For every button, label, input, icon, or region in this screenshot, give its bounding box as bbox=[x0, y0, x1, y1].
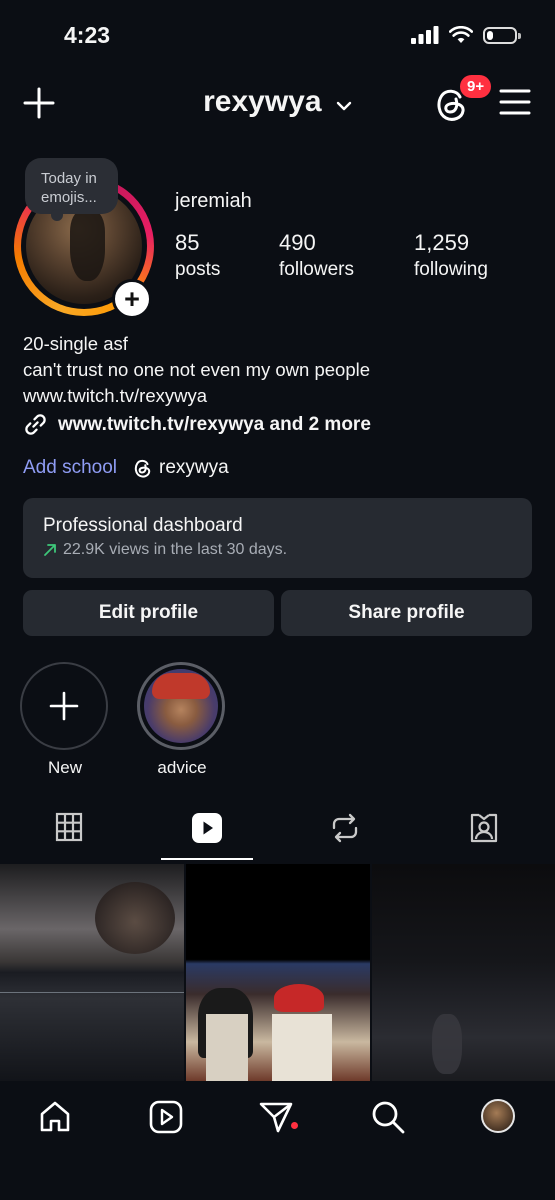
followers-label: followers bbox=[279, 259, 354, 280]
dashboard-subtitle-row: 22.9K views in the last 30 days. bbox=[43, 541, 512, 559]
search-icon bbox=[372, 1101, 405, 1134]
add-story-button[interactable]: + bbox=[112, 279, 152, 319]
reels-icon bbox=[192, 813, 222, 843]
share-profile-button[interactable]: Share profile bbox=[281, 590, 532, 636]
nav-home[interactable] bbox=[37, 1099, 73, 1135]
highlight-circle bbox=[137, 662, 225, 750]
notification-badge: 9+ bbox=[458, 73, 494, 100]
link-icon bbox=[25, 414, 46, 435]
header-username: rexywya bbox=[203, 85, 322, 119]
links-text: www.twitch.tv/rexywya and 2 more bbox=[58, 413, 371, 435]
repost-icon bbox=[332, 813, 358, 843]
profile-avatar-icon bbox=[481, 1099, 515, 1133]
reel-thumbnail[interactable] bbox=[372, 864, 555, 1081]
following-stat[interactable]: 1,259 following bbox=[414, 230, 488, 281]
tab-grid[interactable] bbox=[14, 812, 124, 862]
menu-button[interactable] bbox=[499, 88, 531, 116]
highlight-label: New bbox=[47, 758, 82, 777]
dashboard-subtitle: 22.9K views in the last 30 days. bbox=[63, 541, 288, 558]
plus-icon bbox=[49, 691, 79, 721]
bio-line: can't trust no one not even my own peopl… bbox=[23, 359, 371, 380]
tab-reposts[interactable] bbox=[290, 812, 400, 862]
tab-reels[interactable] bbox=[152, 812, 262, 862]
active-tab-indicator bbox=[161, 858, 253, 860]
posts-stat[interactable]: 85 posts bbox=[175, 230, 220, 281]
grid-icon bbox=[55, 812, 83, 842]
edit-profile-button[interactable]: Edit profile bbox=[23, 590, 274, 636]
wifi-icon bbox=[449, 26, 473, 43]
threads-handle-text: rexywya bbox=[159, 457, 229, 478]
plus-icon: + bbox=[124, 283, 140, 314]
highlight-advice[interactable]: advice bbox=[137, 662, 227, 778]
status-time: 4:23 bbox=[64, 22, 111, 48]
followers-count: 490 bbox=[279, 230, 316, 255]
following-label: following bbox=[414, 259, 488, 280]
add-school-link[interactable]: Add school bbox=[23, 457, 117, 479]
bio: 20-single asf can't trust no one not eve… bbox=[23, 331, 370, 409]
threads-icon bbox=[134, 459, 151, 478]
chevron-down-icon bbox=[336, 85, 352, 119]
posts-count: 85 bbox=[175, 230, 200, 255]
trend-up-icon bbox=[44, 544, 56, 556]
highlight-cover bbox=[144, 669, 218, 743]
note-bubble[interactable]: Today in emojis... bbox=[25, 158, 118, 221]
followers-stat[interactable]: 490 followers bbox=[279, 230, 354, 281]
status-icons bbox=[411, 26, 521, 44]
share-profile-label: Share profile bbox=[348, 602, 465, 623]
display-name: jeremiah bbox=[175, 190, 252, 212]
school-row: Add school rexywya bbox=[23, 457, 229, 479]
bio-line: 20-single asf bbox=[23, 333, 128, 354]
reels-icon bbox=[149, 1100, 183, 1134]
signal-icon bbox=[411, 26, 439, 44]
hamburger-menu-icon bbox=[499, 89, 531, 115]
send-message-icon bbox=[259, 1102, 293, 1133]
edit-profile-label: Edit profile bbox=[98, 602, 199, 623]
posts-label: posts bbox=[175, 259, 221, 280]
highlight-label: advice bbox=[157, 758, 207, 777]
threads-handle-link[interactable]: rexywya bbox=[133, 457, 229, 479]
tagged-person-icon bbox=[470, 813, 498, 843]
tab-tagged[interactable] bbox=[429, 812, 539, 862]
home-icon bbox=[40, 1101, 70, 1132]
following-count: 1,259 bbox=[414, 230, 470, 255]
content-tabs bbox=[0, 812, 555, 864]
professional-dashboard[interactable]: Professional dashboard 22.9K views in th… bbox=[23, 498, 532, 578]
dashboard-title: Professional dashboard bbox=[43, 515, 243, 536]
nav-reels[interactable] bbox=[148, 1099, 184, 1135]
nav-search[interactable] bbox=[370, 1099, 406, 1135]
new-highlight-circle bbox=[20, 662, 108, 750]
nav-direct[interactable] bbox=[258, 1099, 294, 1135]
unread-dot bbox=[291, 1122, 298, 1129]
external-links[interactable]: www.twitch.tv/rexywya and 2 more bbox=[23, 412, 371, 437]
battery-icon bbox=[483, 26, 521, 44]
reel-thumbnail[interactable] bbox=[186, 864, 370, 1081]
new-highlight[interactable]: New bbox=[20, 662, 110, 778]
bio-link[interactable]: www.twitch.tv/rexywya bbox=[23, 383, 370, 409]
reels-grid bbox=[0, 864, 555, 1081]
reel-thumbnail[interactable] bbox=[0, 864, 184, 1081]
nav-profile[interactable] bbox=[481, 1099, 515, 1133]
note-text: Today in emojis... bbox=[41, 170, 97, 206]
bottom-nav bbox=[0, 1081, 555, 1200]
